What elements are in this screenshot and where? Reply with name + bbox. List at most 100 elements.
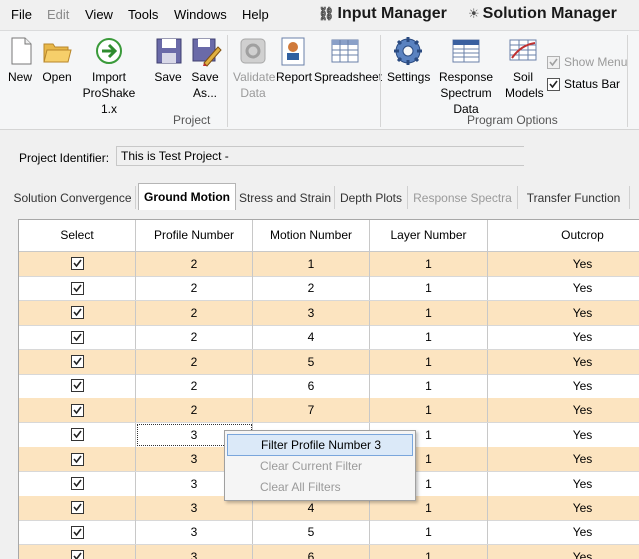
menu-item-filter-profile[interactable]: Filter Profile Number 3 [227,434,413,456]
layer-number-cell[interactable]: 1 [370,349,488,374]
table-row[interactable]: 2 6 1 Yes [19,374,639,399]
profile-number-cell[interactable]: 2 [136,374,253,398]
settings-button[interactable]: Settings [387,35,430,85]
profile-number-cell[interactable]: 2 [136,349,253,374]
outcrop-cell[interactable]: Yes [488,276,639,300]
menu-tools[interactable]: Tools [128,7,158,22]
layer-number-cell[interactable]: 1 [370,398,488,423]
menu-file[interactable]: File [11,7,32,22]
table-row[interactable]: 3 6 1 Yes [19,544,639,559]
select-cell[interactable] [19,447,136,472]
save-as-button[interactable]: Save As... [190,35,222,101]
select-cell[interactable] [19,496,136,520]
profile-number-cell[interactable]: 2 [136,325,253,350]
table-row[interactable]: 2 7 1 Yes [19,398,639,424]
select-cell[interactable] [19,325,136,350]
table-row[interactable]: 2 3 1 Yes [19,300,639,326]
select-cell[interactable] [19,520,136,545]
row-select-checkbox[interactable] [70,281,84,295]
profile-number-cell[interactable]: 2 [136,252,253,276]
motion-number-cell[interactable]: 5 [253,349,370,374]
layer-number-cell[interactable]: 1 [370,276,488,301]
show-menu-checkbox[interactable]: Show Menu [547,55,627,69]
menu-windows[interactable]: Windows [174,7,227,22]
tab-stress-and-strain[interactable]: Stress and Strain [236,186,335,209]
outcrop-cell[interactable]: Yes [488,252,639,276]
menu-help[interactable]: Help [242,7,269,22]
select-cell[interactable] [19,300,136,325]
outcrop-cell[interactable]: Yes [488,423,639,447]
motion-number-cell[interactable]: 7 [253,398,370,423]
layer-number-cell[interactable]: 1 [370,325,488,350]
solution-manager-button[interactable]: ☀ Solution Manager [468,5,617,23]
select-cell[interactable] [19,276,136,301]
row-select-checkbox[interactable] [70,501,84,515]
column-header-outcrop[interactable]: Outcrop [488,220,639,251]
table-row[interactable]: 2 1 1 Yes [19,252,639,277]
report-button[interactable]: Report [276,35,312,85]
tab-solution-convergence[interactable]: Solution Convergence [10,186,136,209]
select-cell[interactable] [19,252,136,276]
table-row[interactable]: 2 2 1 Yes [19,276,639,302]
profile-number-cell[interactable]: 3 [136,544,253,559]
layer-number-cell[interactable]: 1 [370,544,488,559]
profile-number-cell[interactable]: 2 [136,300,253,325]
validate-data-button[interactable]: Validate Data [233,35,275,101]
save-button[interactable]: Save [153,35,183,85]
row-select-checkbox[interactable] [70,452,84,466]
row-select-checkbox[interactable] [70,379,84,393]
select-cell[interactable] [19,422,136,447]
table-row[interactable]: 2 4 1 Yes [19,325,639,351]
layer-number-cell[interactable]: 1 [370,300,488,325]
outcrop-cell[interactable]: Yes [488,496,639,520]
outcrop-cell[interactable]: Yes [488,325,639,349]
outcrop-cell[interactable]: Yes [488,447,639,471]
open-button[interactable]: Open [40,35,74,85]
row-select-checkbox[interactable] [70,257,84,271]
column-header-profile-number[interactable]: Profile Number [136,220,253,251]
column-header-motion-number[interactable]: Motion Number [253,220,370,251]
select-cell[interactable] [19,398,136,423]
layer-number-cell[interactable]: 1 [370,374,488,398]
row-select-checkbox[interactable] [70,550,84,559]
column-header-layer-number[interactable]: Layer Number [370,220,488,251]
response-spectrum-data-button[interactable]: Response Spectrum Data [431,35,501,117]
select-cell[interactable] [19,544,136,559]
column-header-select[interactable]: Select [19,220,136,251]
outcrop-cell[interactable]: Yes [488,545,639,559]
outcrop-cell[interactable]: Yes [488,472,639,496]
row-select-checkbox[interactable] [70,525,84,539]
motion-number-cell[interactable]: 3 [253,300,370,325]
motion-number-cell[interactable]: 6 [253,544,370,559]
menu-item-clear-current-filter[interactable]: Clear Current Filter [227,456,413,478]
row-select-checkbox[interactable] [70,330,84,344]
profile-number-cell[interactable]: 2 [136,398,253,423]
select-cell[interactable] [19,349,136,374]
motion-number-cell[interactable]: 5 [253,520,370,545]
menu-item-clear-all-filters[interactable]: Clear All Filters [227,477,413,499]
tab-ground-motion[interactable]: Ground Motion [138,183,236,210]
profile-number-cell[interactable]: 2 [136,276,253,301]
outcrop-cell[interactable]: Yes [488,301,639,325]
profile-number-cell[interactable]: 3 [136,520,253,545]
tab-response-spectra[interactable]: Response Spectra [408,186,518,209]
outcrop-cell[interactable]: Yes [488,350,639,374]
select-cell[interactable] [19,374,136,398]
new-button[interactable]: New [5,35,35,85]
layer-number-cell[interactable]: 1 [370,252,488,276]
motion-number-cell[interactable]: 1 [253,252,370,276]
motion-number-cell[interactable]: 2 [253,276,370,301]
status-bar-checkbox[interactable]: Status Bar [547,77,620,91]
row-select-checkbox[interactable] [70,306,84,320]
select-cell[interactable] [19,471,136,496]
table-row[interactable]: 3 5 1 Yes [19,520,639,546]
layer-number-cell[interactable]: 1 [370,520,488,545]
motion-number-cell[interactable]: 4 [253,325,370,350]
outcrop-cell[interactable]: Yes [488,374,639,398]
tab-transfer-function[interactable]: Transfer Function [518,186,630,209]
row-select-checkbox[interactable] [70,354,84,368]
import-proshake-button[interactable]: Import ProShake 1.x [76,35,142,117]
outcrop-cell[interactable]: Yes [488,398,639,422]
menu-view[interactable]: View [85,7,113,22]
input-manager-button[interactable]: ⛓ Input Manager [318,5,447,23]
